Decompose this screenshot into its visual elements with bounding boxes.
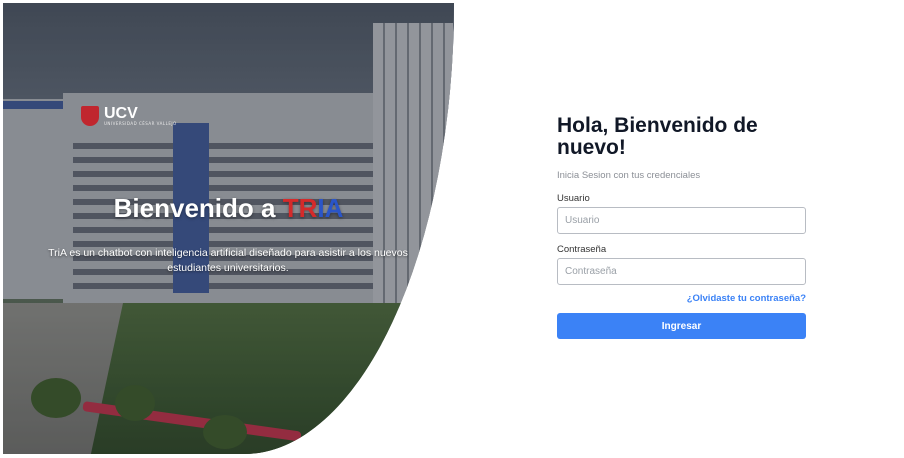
login-form: Hola, Bienvenido de nuevo! Inicia Sesion… [557, 115, 806, 339]
hero-title: Bienvenido a TRIA [3, 193, 454, 224]
ucv-logo-subtext: UNIVERSIDAD CÉSAR VALLEJO [104, 120, 177, 126]
username-input[interactable] [557, 207, 806, 234]
forgot-password-link[interactable]: ¿Olvidaste tu contraseña? [557, 293, 806, 304]
ucv-shield-icon [81, 106, 99, 126]
ucv-logo: UCV UNIVERSIDAD CÉSAR VALLEJO [81, 104, 177, 126]
login-submit-button[interactable]: Ingresar [557, 313, 806, 339]
password-label: Contraseña [557, 244, 607, 255]
hero-description: TriA es un chatbot con inteligencia arti… [48, 247, 408, 274]
hero-title-prefix: Bienvenido a [113, 193, 283, 223]
hero-panel: UCV UNIVERSIDAD CÉSAR VALLEJO Bienvenido… [3, 3, 454, 454]
password-input[interactable] [557, 258, 806, 285]
login-subtitle: Inicia Sesion con tus credenciales [557, 170, 701, 181]
hero-brand-tr: TR [282, 193, 318, 223]
ucv-logo-text: UCV [104, 104, 138, 122]
hero-overlay [3, 3, 454, 454]
hero-brand-ia: IA [317, 193, 344, 223]
login-heading: Hola, Bienvenido de nuevo! [557, 114, 758, 159]
username-label: Usuario [557, 193, 590, 204]
